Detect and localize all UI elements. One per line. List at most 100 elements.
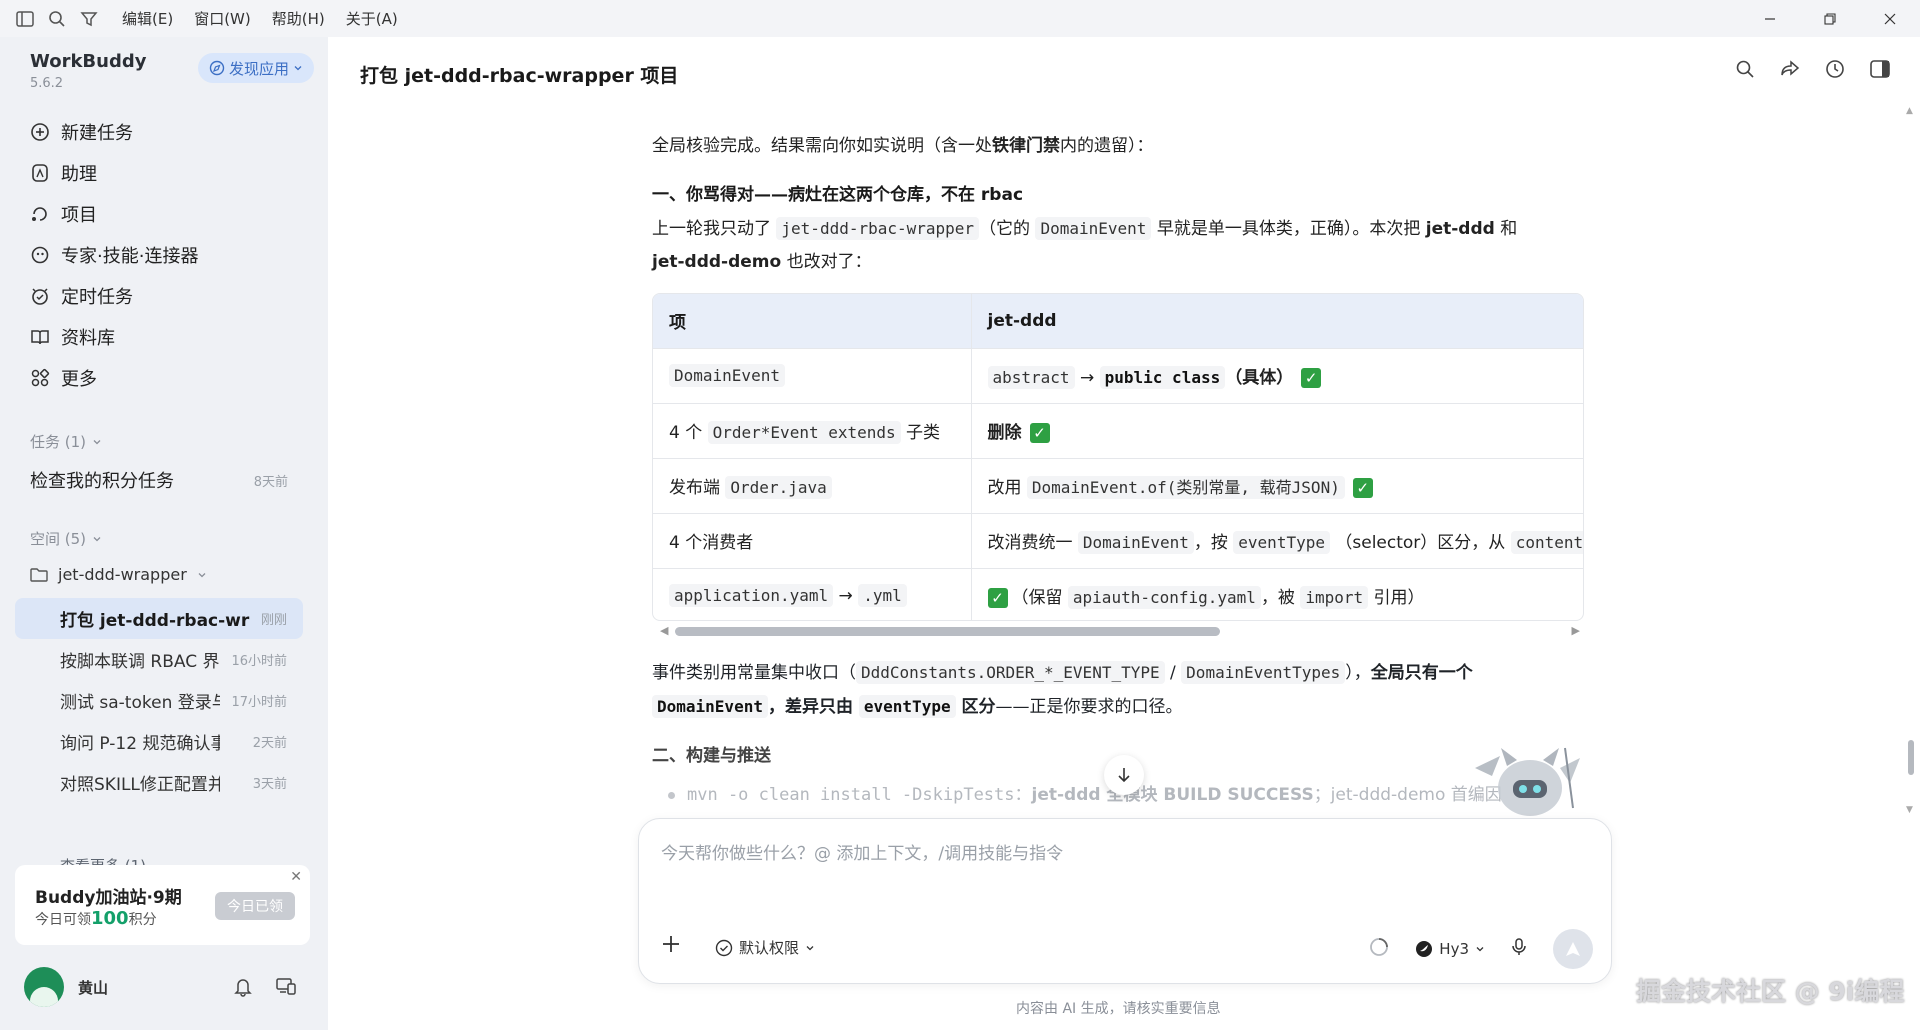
text: ，被 — [1260, 588, 1301, 609]
sidebar-item-experts[interactable]: 专家·技能·连接器 — [18, 234, 308, 275]
promo-claim-button[interactable]: 今日已领 — [215, 892, 295, 920]
menu-window[interactable]: 窗口(W) — [194, 5, 251, 32]
user-profile[interactable]: 黄山 — [24, 967, 108, 1007]
devices-icon[interactable] — [276, 977, 296, 1002]
table-cell: 删除 ✓ — [971, 402, 1583, 458]
sidebar-item-label: 新建任务 — [61, 122, 133, 144]
text: ： — [1014, 785, 1032, 805]
sidebar-item-label: 助理 — [61, 163, 97, 185]
main-vertical-scrollbar[interactable]: ▲ ▼ — [1906, 106, 1916, 815]
sidebar-item-new-task[interactable]: 新建任务 — [18, 111, 308, 152]
chat-item[interactable]: 测试 sa-token 登录与权限 17小时前 — [15, 680, 303, 721]
sidebar-item-projects[interactable]: 项目 — [18, 193, 308, 234]
table-horizontal-scrollbar[interactable]: ◀ ▶ — [660, 624, 1580, 638]
table-row: 4 个 Order*Event extends 子类 删除 ✓ — [653, 402, 1583, 458]
project-icon — [32, 206, 47, 221]
scroll-right-arrow-icon[interactable]: ▶ — [1572, 624, 1580, 637]
task-item[interactable]: 检查我的积分任务 8天前 — [30, 467, 288, 493]
chat-title: 测试 sa-token 登录与权限 — [60, 693, 220, 713]
inline-code: DomainEvent — [652, 695, 768, 718]
menu-about[interactable]: 关于(A) — [346, 5, 398, 32]
chat-time: 17小时前 — [231, 695, 287, 710]
search-icon[interactable] — [46, 8, 68, 30]
text: 早就是单一具体类，正确）。本次把 — [1151, 219, 1426, 239]
text: 引用） — [1368, 588, 1425, 609]
minimize-button[interactable] — [1740, 0, 1800, 37]
close-button[interactable] — [1860, 0, 1920, 37]
discover-apps-button[interactable]: 发现应用 — [198, 53, 314, 83]
table-cell: 改消费统一 DomainEvent ，按 eventType （selector）… — [971, 512, 1583, 568]
filter-icon[interactable] — [78, 8, 100, 30]
chat-item[interactable]: 询问 P-12 规范确认事项 2天前 — [15, 721, 303, 762]
message-composer[interactable]: 今天帮你做些什么？@ 添加上下文，/调用技能与指令 默认权限 Hy3 — [638, 818, 1612, 984]
permission-selector[interactable]: 默认权限 — [715, 937, 815, 958]
scrollbar-thumb[interactable] — [1908, 740, 1914, 775]
model-selector[interactable]: Hy3 — [1415, 940, 1485, 958]
folder-icon — [30, 567, 48, 582]
scrollbar-thumb[interactable] — [675, 627, 1220, 636]
sidebar-item-library[interactable]: 资料库 — [18, 316, 308, 357]
checkmark-icon: ✓ — [1301, 368, 1322, 388]
promo-sub-prefix: 今日可领 — [35, 912, 91, 928]
text: ——正是你要求的口径。 — [995, 697, 1183, 717]
scroll-up-arrow-icon[interactable]: ▲ — [1906, 106, 1913, 116]
chat-title: 打包 jet-ddd-rbac-wrapper 项目 — [60, 611, 250, 631]
avatar[interactable] — [24, 967, 64, 1007]
sidebar-item-more[interactable]: 更多 — [18, 357, 308, 398]
table-cell: 4 个消费者 — [653, 512, 972, 568]
inline-code: Order*Event extends — [707, 421, 901, 444]
bullet-dot — [668, 791, 675, 799]
sidebar-item-assistant[interactable]: 助理 — [18, 152, 308, 193]
restore-button[interactable] — [1800, 0, 1860, 37]
comparison-table[interactable]: 项 jet-ddd DomainEvent abstract → public … — [652, 293, 1584, 621]
inline-code: DomainEvent.of(类别常量, 载荷JSON) — [1026, 476, 1345, 499]
bell-icon[interactable] — [234, 977, 252, 1002]
app-name: WorkBuddy — [30, 51, 147, 72]
panel-toggle-icon[interactable] — [1869, 58, 1891, 80]
table-row: 4 个消费者 改消费统一 DomainEvent ，按 eventType （se… — [653, 512, 1583, 568]
spaces-header-label: 空间 (5) — [30, 530, 87, 548]
menu-edit[interactable]: 编辑(E) — [122, 5, 173, 32]
space-folder[interactable]: jet-ddd-wrapper — [30, 565, 207, 584]
inline-code: Order.java — [725, 476, 832, 499]
sidebar-item-label: 专家·技能·连接器 — [61, 245, 199, 267]
inline-code: DomainEventTypes — [1181, 661, 1346, 684]
chat-item[interactable]: 打包 jet-ddd-rbac-wrapper 项目 刚刚 — [15, 598, 303, 639]
table-header-cell: jet-ddd — [971, 294, 1583, 348]
scroll-down-arrow-icon[interactable]: ▼ — [1906, 805, 1913, 815]
inline-code: eventType — [858, 695, 956, 718]
microphone-icon[interactable] — [1511, 937, 1527, 962]
chat-item[interactable]: 对照SKILL修正配置并出 3天前 — [15, 762, 303, 803]
chat-list: 打包 jet-ddd-rbac-wrapper 项目 刚刚 按脚本联调 RBAC… — [15, 598, 303, 803]
spaces-section-header[interactable]: 空间 (5) — [30, 528, 102, 549]
task-title: 检查我的积分任务 — [30, 471, 174, 492]
table-cell: abstract → public class （具体） ✓ — [971, 347, 1583, 403]
folder-name: jet-ddd-wrapper — [58, 565, 187, 584]
composer-input[interactable]: 今天帮你做些什么？@ 添加上下文，/调用技能与指令 — [661, 839, 1063, 864]
text-bold: 区分 — [955, 697, 996, 717]
close-icon[interactable]: ✕ — [290, 869, 302, 885]
sidebar-item-scheduled[interactable]: 定时任务 — [18, 275, 308, 316]
scroll-to-bottom-button[interactable] — [1104, 755, 1144, 795]
chat-item[interactable]: 按脚本联调 RBAC 界面 16小时前 — [15, 639, 303, 680]
grid-icon — [31, 368, 50, 386]
sidebar-toggle-icon[interactable] — [14, 8, 36, 30]
table-row: 发布端 Order.java 改用 DomainEvent.of(类别常量, 载… — [653, 457, 1583, 513]
share-icon[interactable] — [1779, 58, 1801, 80]
promo-card[interactable]: Buddy加油站·9期 今日可领100积分 今日已领 ✕ — [15, 865, 310, 945]
text: 全局核验完成。结果需向你如实说明（含一处 — [652, 136, 992, 156]
paragraph: 上一轮我只动了 jet-ddd-rbac-wrapper （它的 DomainEv… — [652, 212, 1587, 279]
chevron-down-icon — [294, 66, 302, 71]
tasks-section-header[interactable]: 任务 (1) — [30, 431, 102, 452]
table-cell: 4 个 Order*Event extends 子类 — [653, 402, 972, 458]
table-row: application.yaml → .yml ✓ （保留 apiauth-con… — [653, 567, 1583, 620]
inline-code: .yml — [858, 583, 907, 607]
search-icon[interactable] — [1734, 58, 1756, 80]
text-bold: 删除 — [987, 423, 1022, 443]
menu-help[interactable]: 帮助(H) — [272, 5, 325, 32]
scroll-left-arrow-icon[interactable]: ◀ — [660, 624, 668, 637]
history-icon[interactable] — [1824, 58, 1846, 80]
add-attachment-button[interactable] — [661, 931, 681, 961]
inline-code: import — [1300, 586, 1369, 610]
send-button[interactable] — [1553, 929, 1593, 969]
